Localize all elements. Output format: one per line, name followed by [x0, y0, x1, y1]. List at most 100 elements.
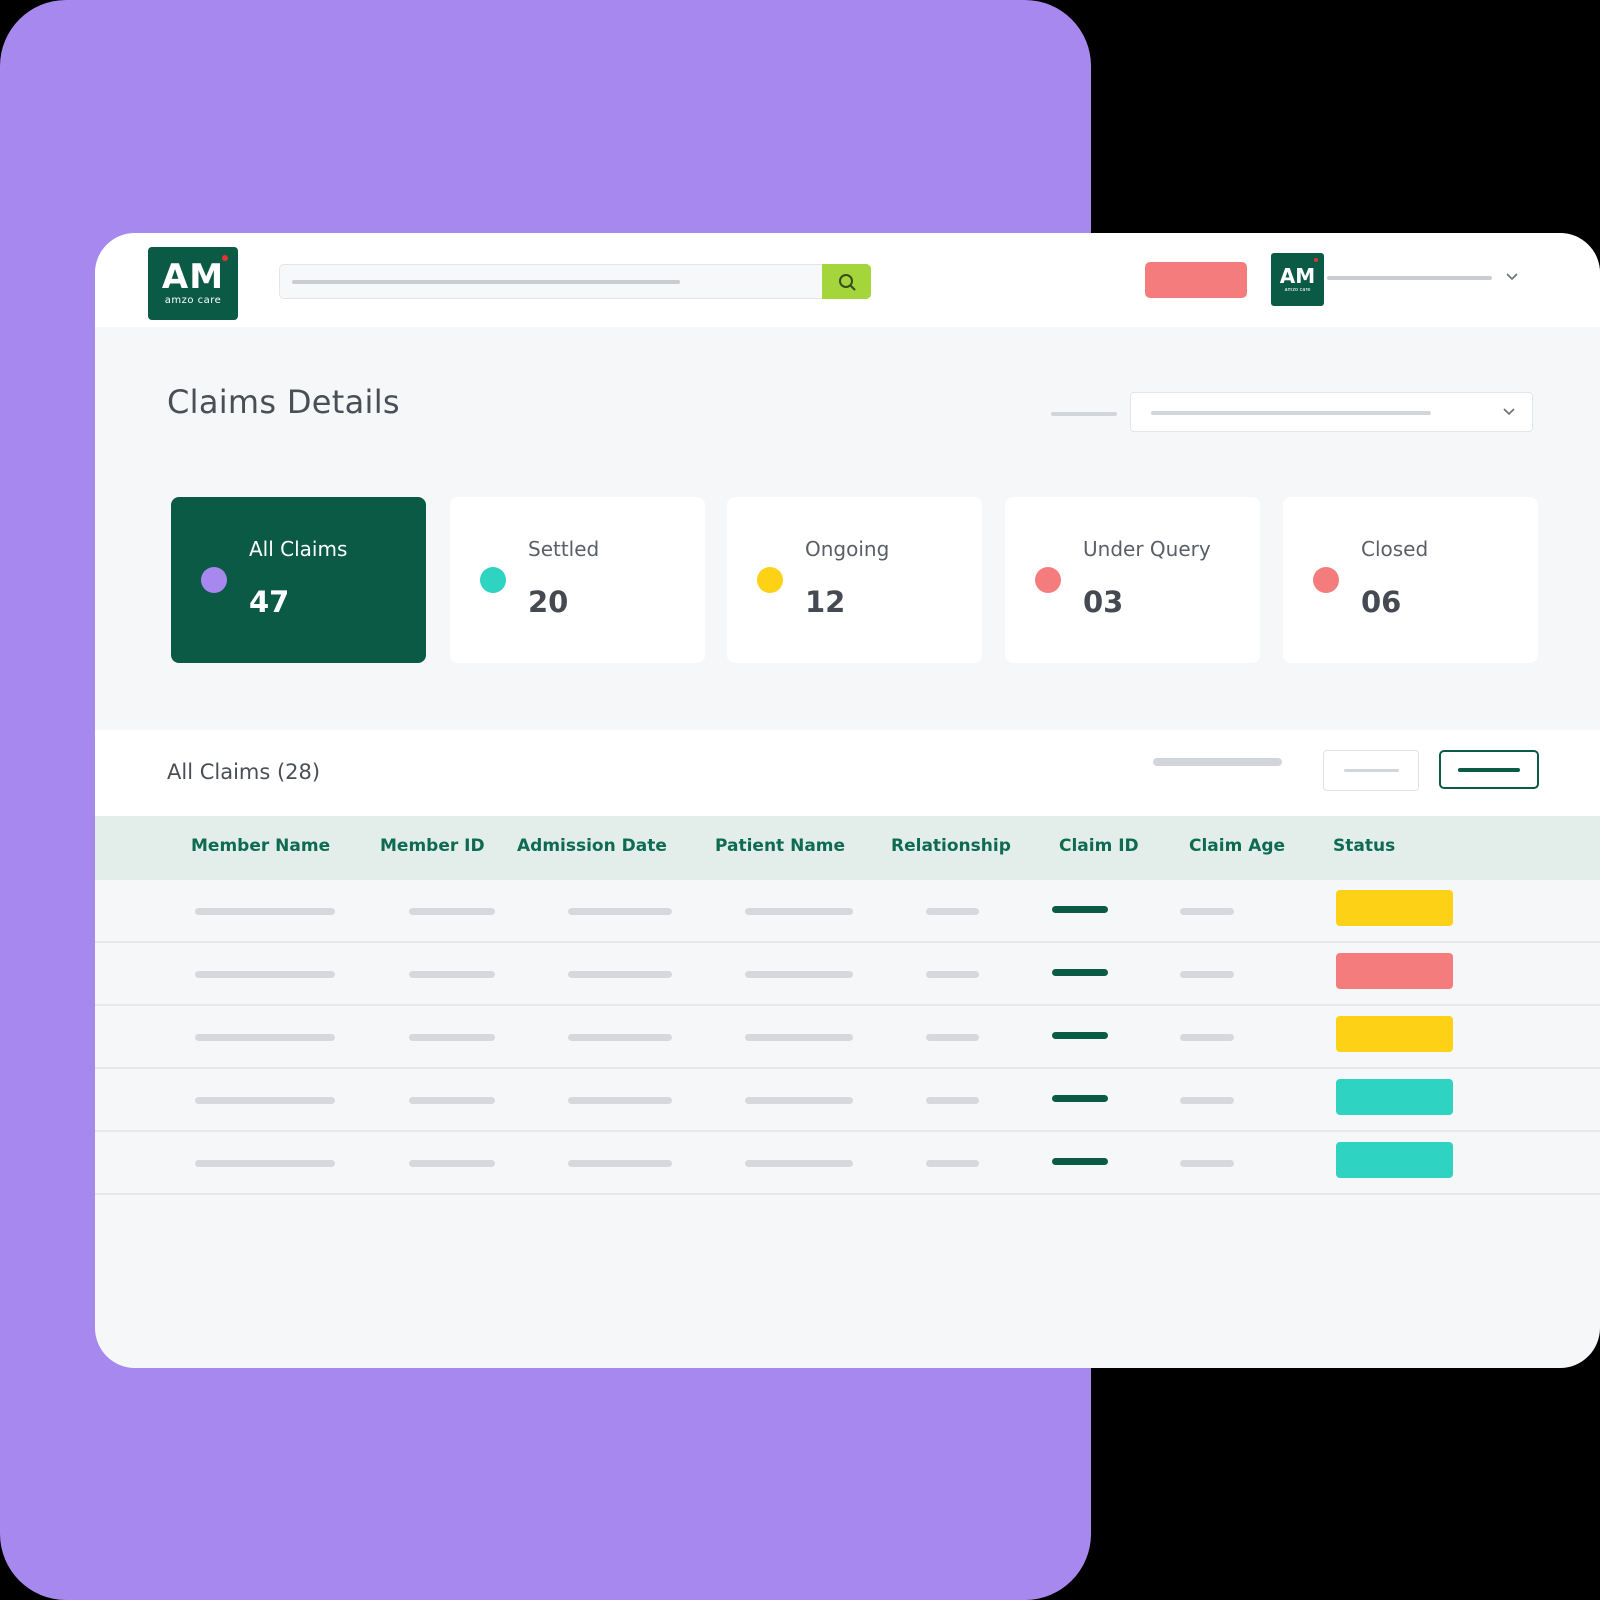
member-id-cell — [409, 1160, 495, 1167]
filter-value-placeholder — [1151, 411, 1431, 415]
search-bar[interactable] — [279, 264, 871, 299]
chevron-down-icon[interactable] — [1505, 270, 1519, 284]
brand-logo[interactable]: AM amzo care — [148, 247, 238, 320]
patient-name-cell — [745, 908, 853, 915]
button-placeholder — [1458, 768, 1520, 772]
top-bar: AM amzo care AM amzo care — [95, 233, 1600, 327]
relationship-cell — [926, 908, 979, 915]
search-icon — [838, 273, 855, 290]
filter-dropdown[interactable] — [1130, 392, 1533, 432]
column-header-patient-name[interactable]: Patient Name — [715, 836, 845, 856]
table-header: Member Name Member ID Admission Date Pat… — [95, 816, 1600, 880]
patient-name-cell — [745, 1097, 853, 1104]
column-header-member-name[interactable]: Member Name — [191, 836, 330, 856]
stat-value: 03 — [1083, 585, 1124, 619]
stat-card-closed[interactable]: Closed 06 — [1283, 497, 1538, 663]
status-badge — [1336, 890, 1453, 926]
member-name-cell — [195, 1097, 335, 1104]
admission-date-cell — [568, 1034, 672, 1041]
status-badge — [1336, 1016, 1453, 1052]
stat-value: 47 — [249, 585, 290, 619]
status-badge — [1336, 1079, 1453, 1115]
table-row[interactable] — [95, 1006, 1600, 1069]
column-header-member-id[interactable]: Member ID — [380, 836, 485, 856]
table-row[interactable] — [95, 943, 1600, 1006]
stat-card-settled[interactable]: Settled 20 — [450, 497, 705, 663]
admission-date-cell — [568, 908, 672, 915]
column-header-claim-age[interactable]: Claim Age — [1189, 836, 1285, 856]
patient-name-cell — [745, 1034, 853, 1041]
button-placeholder — [1344, 769, 1399, 772]
claim-age-cell — [1180, 1034, 1234, 1041]
secondary-button[interactable] — [1323, 750, 1419, 791]
stat-card-all-claims[interactable]: All Claims 47 — [171, 497, 426, 663]
logo-dot — [222, 255, 228, 261]
status-badge — [1336, 953, 1453, 989]
app-window: AM amzo care AM amzo care Claims Details — [95, 233, 1600, 1368]
table-row[interactable] — [95, 1069, 1600, 1132]
admission-date-cell — [568, 1160, 672, 1167]
claim-age-cell — [1180, 1160, 1234, 1167]
patient-name-cell — [745, 1160, 853, 1167]
relationship-cell — [926, 1097, 979, 1104]
logo-mark: AM — [161, 257, 225, 297]
avatar-dot — [1314, 258, 1318, 262]
stat-value: 20 — [528, 585, 569, 619]
patient-name-cell — [745, 971, 853, 978]
stat-label: Ongoing — [805, 537, 890, 561]
admission-date-cell — [568, 1097, 672, 1104]
relationship-cell — [926, 1034, 979, 1041]
claims-list-header: All Claims (28) — [95, 730, 1600, 816]
status-dot — [480, 567, 506, 593]
member-name-cell — [195, 1160, 335, 1167]
column-header-relationship[interactable]: Relationship — [891, 836, 1011, 856]
page-title: Claims Details — [167, 383, 400, 421]
claims-list-title: All Claims (28) — [167, 760, 321, 784]
relationship-cell — [926, 1160, 979, 1167]
stat-label: All Claims — [249, 537, 348, 561]
primary-button[interactable] — [1439, 750, 1539, 789]
status-dot — [1313, 567, 1339, 593]
search-button[interactable] — [822, 264, 871, 299]
stat-label: Closed — [1361, 537, 1429, 561]
filter-label-placeholder — [1051, 412, 1117, 416]
claim-id-cell — [1052, 906, 1108, 913]
claim-id-cell — [1052, 1032, 1108, 1039]
member-id-cell — [409, 908, 495, 915]
stat-card-under-query[interactable]: Under Query 03 — [1005, 497, 1260, 663]
avatar-mark: AM — [1279, 264, 1316, 288]
member-id-cell — [409, 971, 495, 978]
search-placeholder-line — [292, 280, 680, 284]
relationship-cell — [926, 971, 979, 978]
stat-card-ongoing[interactable]: Ongoing 12 — [727, 497, 982, 663]
column-header-claim-id[interactable]: Claim ID — [1059, 836, 1139, 856]
column-header-admission-date[interactable]: Admission Date — [517, 836, 667, 856]
claim-id-cell — [1052, 1158, 1108, 1165]
chevron-down-icon — [1503, 408, 1515, 416]
column-header-status[interactable]: Status — [1333, 836, 1395, 856]
stat-value: 12 — [805, 585, 846, 619]
claim-age-cell — [1180, 1097, 1234, 1104]
claim-age-cell — [1180, 971, 1234, 978]
status-dot — [1035, 567, 1061, 593]
user-avatar[interactable]: AM amzo care — [1271, 253, 1324, 306]
table-row[interactable] — [95, 1132, 1600, 1195]
stat-label: Under Query — [1083, 537, 1211, 561]
avatar-subtitle: amzo care — [1284, 287, 1311, 293]
user-name-placeholder — [1327, 276, 1492, 280]
member-name-cell — [195, 1034, 335, 1041]
member-id-cell — [409, 1097, 495, 1104]
stat-value: 06 — [1361, 585, 1402, 619]
list-control-placeholder — [1153, 758, 1282, 766]
action-button[interactable] — [1145, 262, 1247, 298]
member-id-cell — [409, 1034, 495, 1041]
claim-id-cell — [1052, 969, 1108, 976]
status-badge — [1336, 1142, 1453, 1178]
member-name-cell — [195, 971, 335, 978]
status-dot — [757, 567, 783, 593]
status-dot — [201, 567, 227, 593]
table-row[interactable] — [95, 880, 1600, 943]
admission-date-cell — [568, 971, 672, 978]
claim-id-cell — [1052, 1095, 1108, 1102]
stat-label: Settled — [528, 537, 600, 561]
